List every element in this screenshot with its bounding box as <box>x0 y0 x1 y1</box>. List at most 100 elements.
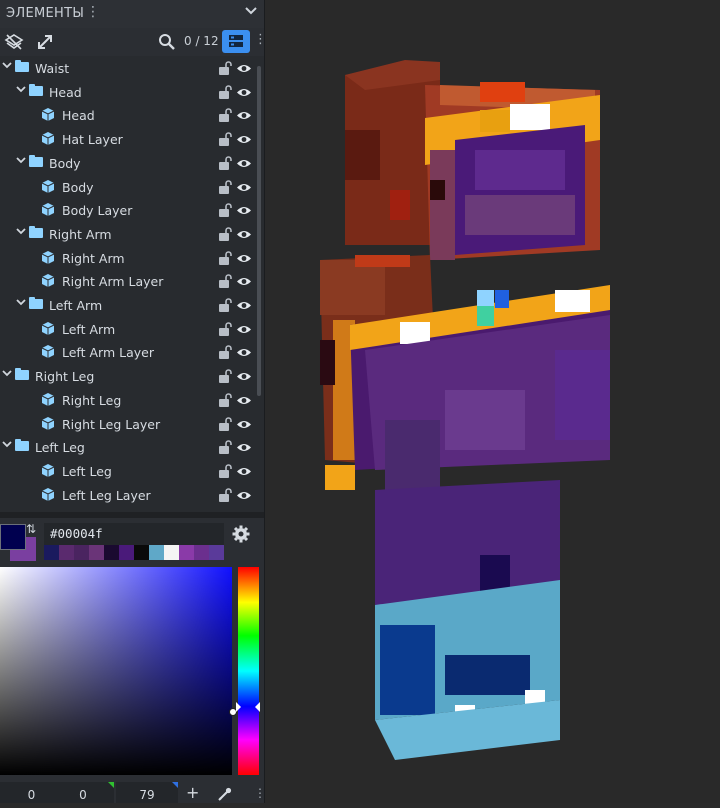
eye-icon[interactable] <box>236 62 252 73</box>
palette-swatch[interactable] <box>59 545 74 560</box>
skin-3d-viewport[interactable] <box>265 0 720 803</box>
tree-scrollbar[interactable] <box>257 66 261 396</box>
tree-item[interactable]: Body <box>0 176 256 199</box>
eye-icon[interactable] <box>236 441 252 452</box>
folder-icon <box>29 225 43 238</box>
expand-arrow-icon[interactable] <box>16 297 26 310</box>
lock-open-icon[interactable] <box>218 393 233 407</box>
expand-arrow-icon[interactable] <box>2 368 12 381</box>
saturation-picker[interactable] <box>0 567 232 775</box>
eye-icon[interactable] <box>236 252 252 263</box>
tree-item[interactable]: Body Layer <box>0 199 256 222</box>
lock-open-icon[interactable] <box>218 156 233 170</box>
palette-swatch[interactable] <box>209 545 224 560</box>
folder-icon <box>15 368 29 381</box>
palette-swatch[interactable] <box>44 545 59 560</box>
palette-swatch[interactable] <box>134 545 149 560</box>
tree-item[interactable]: Left Leg <box>0 460 256 483</box>
palette-swatch[interactable] <box>74 545 89 560</box>
lock-open-icon[interactable] <box>218 416 233 431</box>
tree-item[interactable]: Hat Layer <box>0 128 256 151</box>
eye-icon[interactable] <box>236 204 252 215</box>
hex-color-input[interactable]: #00004f <box>44 523 224 545</box>
search-icon[interactable] <box>157 32 177 52</box>
eye-icon[interactable] <box>236 86 252 97</box>
list-view-button[interactable] <box>222 30 250 53</box>
lock-open-icon[interactable] <box>218 108 233 123</box>
eye-icon[interactable] <box>236 109 252 120</box>
expand-icon[interactable] <box>35 32 55 52</box>
tree-item[interactable]: Right Arm Layer <box>0 270 256 293</box>
eye-icon[interactable] <box>236 465 252 476</box>
tree-item[interactable]: Head <box>0 104 256 127</box>
expand-arrow-icon[interactable] <box>16 84 26 97</box>
lock-open-icon[interactable] <box>218 464 233 478</box>
tree-item[interactable]: Right Arm <box>0 247 256 270</box>
tree-item[interactable]: Right Leg <box>0 365 256 388</box>
expand-arrow-icon[interactable] <box>2 60 12 73</box>
eye-icon[interactable] <box>236 133 252 144</box>
eye-icon[interactable] <box>236 323 252 334</box>
palette-swatch[interactable] <box>194 545 209 560</box>
lock-open-icon[interactable] <box>218 132 233 147</box>
lock-open-icon[interactable] <box>218 274 233 289</box>
swap-colors-icon[interactable]: ⇅ <box>26 522 36 536</box>
tree-item[interactable]: Body <box>0 152 256 175</box>
tree-item[interactable]: Right Leg <box>0 389 256 412</box>
lock-open-icon[interactable] <box>218 203 233 218</box>
lock-open-icon[interactable] <box>218 369 233 384</box>
eye-icon[interactable] <box>236 299 252 310</box>
cube-icon <box>41 107 55 122</box>
palette-swatch[interactable] <box>89 545 104 560</box>
palette-swatch[interactable] <box>149 545 164 560</box>
palette-swatch[interactable] <box>119 545 134 560</box>
tree-item[interactable]: Head <box>0 81 256 104</box>
hue-slider[interactable] <box>238 567 259 775</box>
lock-open-icon[interactable] <box>218 440 233 455</box>
eye-icon[interactable] <box>236 157 252 168</box>
skin-model[interactable] <box>265 0 720 803</box>
lock-open-icon[interactable] <box>218 250 233 265</box>
tree-item[interactable]: Left Arm <box>0 318 256 341</box>
tree-item[interactable]: Waist <box>0 57 256 80</box>
lock-open-icon[interactable] <box>218 227 233 241</box>
eye-icon[interactable] <box>236 228 252 239</box>
lock-open-icon[interactable] <box>218 487 233 502</box>
eye-icon[interactable] <box>236 418 252 429</box>
tree-item[interactable]: Left Leg <box>0 436 256 459</box>
tree-item-label: Right Leg Layer <box>62 416 161 432</box>
eye-icon[interactable] <box>236 275 252 286</box>
eye-icon[interactable] <box>236 370 252 381</box>
tree-item[interactable]: Right Leg Layer <box>0 413 256 436</box>
expand-arrow-icon[interactable] <box>2 439 12 452</box>
layers-off-icon[interactable] <box>4 32 24 52</box>
primary-color-swatch[interactable] <box>0 524 26 550</box>
palette-swatch[interactable] <box>164 545 179 560</box>
lock-open-icon[interactable] <box>218 298 233 312</box>
tree-item[interactable]: Left Arm <box>0 294 256 317</box>
eye-icon[interactable] <box>236 394 252 405</box>
eyedropper-icon[interactable] <box>218 786 232 801</box>
cube-icon <box>41 273 55 288</box>
palette-swatch[interactable] <box>179 545 194 560</box>
expand-arrow-icon[interactable] <box>16 226 26 239</box>
eye-icon[interactable] <box>236 181 252 192</box>
palette-swatch[interactable] <box>104 545 119 560</box>
gear-icon[interactable] <box>232 525 250 543</box>
lock-open-icon[interactable] <box>218 321 233 336</box>
eye-icon[interactable] <box>236 489 252 500</box>
blue-input[interactable]: 79 <box>116 782 178 803</box>
lock-open-icon[interactable] <box>218 61 233 75</box>
tree-item[interactable]: Left Arm Layer <box>0 341 256 364</box>
tree-item[interactable]: Left Leg Layer <box>0 484 256 507</box>
add-color-button[interactable]: + <box>186 783 199 802</box>
lock-open-icon[interactable] <box>218 179 233 194</box>
expand-arrow-icon[interactable] <box>16 155 26 168</box>
panel-menu-icon[interactable]: ⋮ <box>86 4 100 20</box>
green-input[interactable]: 0 <box>52 782 114 803</box>
lock-open-icon[interactable] <box>218 345 233 360</box>
chevron-down-icon[interactable] <box>244 3 258 21</box>
eye-icon[interactable] <box>236 346 252 357</box>
tree-item[interactable]: Right Arm <box>0 223 256 246</box>
lock-open-icon[interactable] <box>218 84 233 99</box>
